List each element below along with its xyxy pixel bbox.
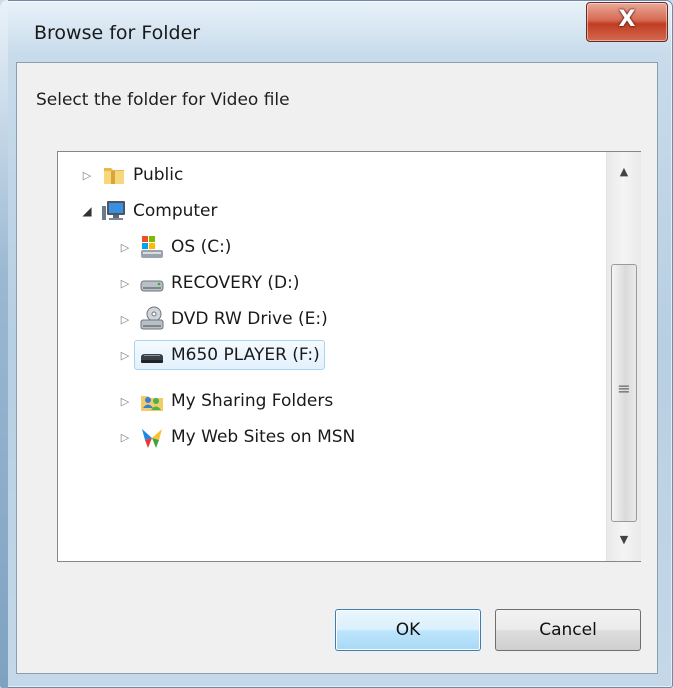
expand-arrow-icon[interactable]: ▷ (116, 386, 134, 416)
dvd-drive-icon (139, 306, 165, 332)
tree-item-recovery-drive[interactable]: ▷ RECOVERY (D:) (116, 268, 304, 298)
tree-item-os-drive[interactable]: ▷ OS (C:) (116, 232, 236, 262)
close-icon: X (618, 7, 636, 32)
scroll-down-arrow-icon[interactable]: ▼ (607, 522, 641, 556)
tree-item-label: M650 PLAYER (F:) (171, 345, 320, 365)
scroll-up-arrow-icon[interactable]: ▲ (607, 154, 641, 188)
tree-item-label: My Web Sites on MSN (171, 427, 356, 447)
ok-button[interactable]: OK (335, 609, 481, 651)
folder-icon (101, 162, 127, 188)
tree-vertical-scrollbar[interactable]: ▲ ≡ ▼ (606, 152, 641, 561)
msn-butterfly-icon (139, 424, 165, 450)
tree-item-computer[interactable]: ◢ Computer (78, 196, 223, 226)
tree-item-dvd-drive[interactable]: ▷ DVD RW Drive (E:) (116, 304, 333, 334)
tree-item-sharing-folders[interactable]: ▷ My Sharing Folders (116, 386, 338, 416)
cancel-button[interactable]: Cancel (495, 609, 641, 651)
window-left-border (0, 0, 8, 688)
collapse-arrow-icon[interactable]: ◢ (78, 196, 96, 226)
dialog-prompt: Select the folder for Video file (36, 90, 290, 110)
expand-arrow-icon[interactable]: ▷ (116, 340, 134, 370)
scrollbar-thumb[interactable]: ≡ (611, 264, 637, 522)
window-title: Browse for Folder (34, 22, 201, 44)
expand-arrow-icon[interactable]: ▷ (78, 160, 96, 190)
expand-arrow-icon[interactable]: ▷ (116, 232, 134, 262)
tree-item-label: Public (133, 165, 184, 185)
windows-drive-icon (139, 234, 165, 260)
expand-arrow-icon[interactable]: ▷ (116, 268, 134, 298)
tree-item-public[interactable]: ▷ Public (78, 160, 188, 190)
tree-item-player-drive[interactable]: ▷ M650 PLAYER (F:) (116, 340, 325, 370)
computer-icon (101, 198, 127, 224)
folder-tree[interactable]: ▷ Public ◢ Computer ▷ OS (C:) ▷ RECOVERY… (57, 151, 641, 562)
sharing-folders-icon (139, 388, 165, 414)
expand-arrow-icon[interactable]: ▷ (116, 304, 134, 334)
close-button[interactable]: X (586, 2, 668, 42)
tree-item-label: Computer (133, 201, 218, 221)
tree-item-label: RECOVERY (D:) (171, 273, 300, 293)
tree-item-label: DVD RW Drive (E:) (171, 309, 328, 329)
removable-drive-icon (139, 342, 165, 368)
hard-drive-icon (139, 270, 165, 296)
tree-item-label: My Sharing Folders (171, 391, 334, 411)
tree-item-label: OS (C:) (171, 237, 232, 257)
tree-item-msn-web-sites[interactable]: ▷ My Web Sites on MSN (116, 422, 360, 452)
scrollbar-grip-icon: ≡ (617, 379, 631, 398)
expand-arrow-icon[interactable]: ▷ (116, 422, 134, 452)
